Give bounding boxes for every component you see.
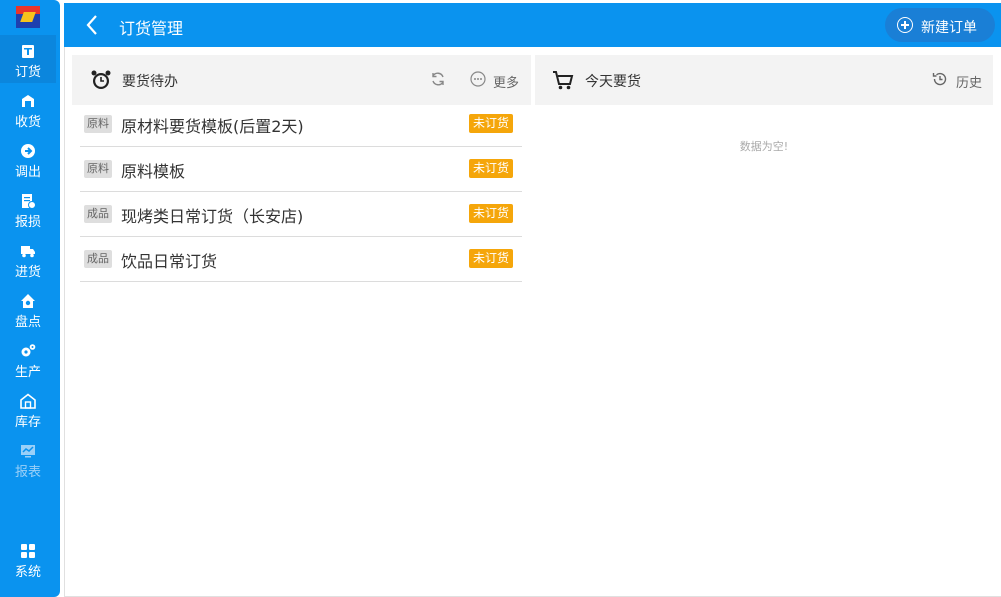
category-tag: 成品 bbox=[84, 250, 112, 268]
category-tag: 原料 bbox=[84, 115, 112, 133]
status-badge: 未订货 bbox=[469, 159, 513, 178]
sidebar-item-transfer-out[interactable]: 调出 bbox=[0, 135, 56, 183]
page-title: 订货管理 bbox=[119, 19, 184, 38]
pending-row[interactable]: 原料 原料模板 未订货 bbox=[80, 147, 522, 192]
sidebar-item-label: 调出 bbox=[14, 165, 41, 180]
empty-state-text: 数据为空! bbox=[739, 140, 789, 153]
sidebar-item-label: 报表 bbox=[14, 465, 41, 480]
receive-icon bbox=[22, 95, 34, 107]
status-badge: 未订货 bbox=[469, 249, 513, 268]
sidebar-item-stocktake[interactable]: 盘点 bbox=[0, 285, 56, 333]
content-divider bbox=[64, 47, 65, 597]
sidebar-item-order[interactable]: 订货 bbox=[0, 35, 56, 83]
sidebar: 订货 收货 调出 报损 进货 盘点 生产 库存 报表 系统 bbox=[0, 0, 60, 597]
history-link[interactable]: 历史 bbox=[956, 72, 982, 91]
pending-panel-header: 要货待办 更多 bbox=[72, 55, 531, 105]
template-name: 现烤类日常订货（长安店) bbox=[121, 207, 304, 226]
new-order-button[interactable]: 新建订单 bbox=[885, 8, 995, 42]
order-icon bbox=[22, 45, 34, 58]
back-arrow-icon[interactable] bbox=[82, 13, 102, 37]
template-name: 原材料要货模板(后置2天) bbox=[121, 117, 304, 136]
new-order-label: 新建订单 bbox=[921, 20, 977, 36]
sidebar-item-system[interactable]: 系统 bbox=[0, 535, 56, 583]
sidebar-item-report[interactable]: 报表 bbox=[0, 435, 56, 483]
template-name: 原料模板 bbox=[121, 162, 186, 181]
today-panel-header: 今天要货 历史 bbox=[535, 55, 993, 105]
cart-icon bbox=[553, 71, 574, 90]
sidebar-item-label: 盘点 bbox=[14, 315, 41, 330]
category-tag: 成品 bbox=[84, 205, 112, 223]
sidebar-item-label: 收货 bbox=[14, 115, 41, 130]
today-title: 今天要货 bbox=[585, 74, 641, 90]
top-bar: 订货管理 新建订单 bbox=[64, 3, 1001, 47]
sidebar-item-receive[interactable]: 收货 bbox=[0, 85, 56, 133]
alarm-clock-icon bbox=[91, 70, 111, 89]
chart-icon bbox=[21, 445, 35, 458]
sidebar-item-label: 系统 bbox=[14, 565, 41, 580]
pending-title: 要货待办 bbox=[122, 74, 178, 90]
app-logo bbox=[16, 6, 40, 28]
warehouse-icon bbox=[20, 393, 36, 409]
template-name: 饮品日常订货 bbox=[121, 252, 218, 271]
transfer-out-icon bbox=[21, 144, 35, 158]
pending-row[interactable]: 成品 现烤类日常订货（长安店) 未订货 bbox=[80, 192, 522, 237]
gears-icon bbox=[21, 344, 36, 357]
truck-icon bbox=[21, 246, 35, 258]
pending-row[interactable]: 成品 饮品日常订货 未订货 bbox=[80, 237, 522, 282]
more-link[interactable]: 更多 bbox=[493, 72, 519, 91]
sidebar-item-production[interactable]: 生产 bbox=[0, 335, 56, 383]
sidebar-item-label: 生产 bbox=[14, 365, 41, 380]
loss-report-icon bbox=[22, 194, 36, 209]
sidebar-item-label: 进货 bbox=[14, 265, 41, 280]
history-icon[interactable] bbox=[932, 71, 948, 87]
grid-icon bbox=[21, 544, 35, 558]
status-badge: 未订货 bbox=[469, 204, 513, 223]
status-badge: 未订货 bbox=[469, 114, 513, 133]
sidebar-item-label: 报损 bbox=[14, 215, 41, 230]
sidebar-item-label: 库存 bbox=[14, 415, 41, 430]
sidebar-item-label: 订货 bbox=[14, 65, 41, 80]
sidebar-item-inventory[interactable]: 库存 bbox=[0, 385, 56, 433]
stocktake-icon bbox=[21, 294, 35, 308]
pending-row[interactable]: 原料 原材料要货模板(后置2天) 未订货 bbox=[80, 102, 522, 147]
category-tag: 原料 bbox=[84, 160, 112, 178]
sidebar-item-purchase[interactable]: 进货 bbox=[0, 235, 56, 283]
sidebar-item-loss-report[interactable]: 报损 bbox=[0, 185, 56, 233]
refresh-icon[interactable] bbox=[430, 71, 446, 87]
more-dots-icon[interactable] bbox=[470, 71, 486, 87]
add-circle-icon bbox=[897, 17, 913, 33]
